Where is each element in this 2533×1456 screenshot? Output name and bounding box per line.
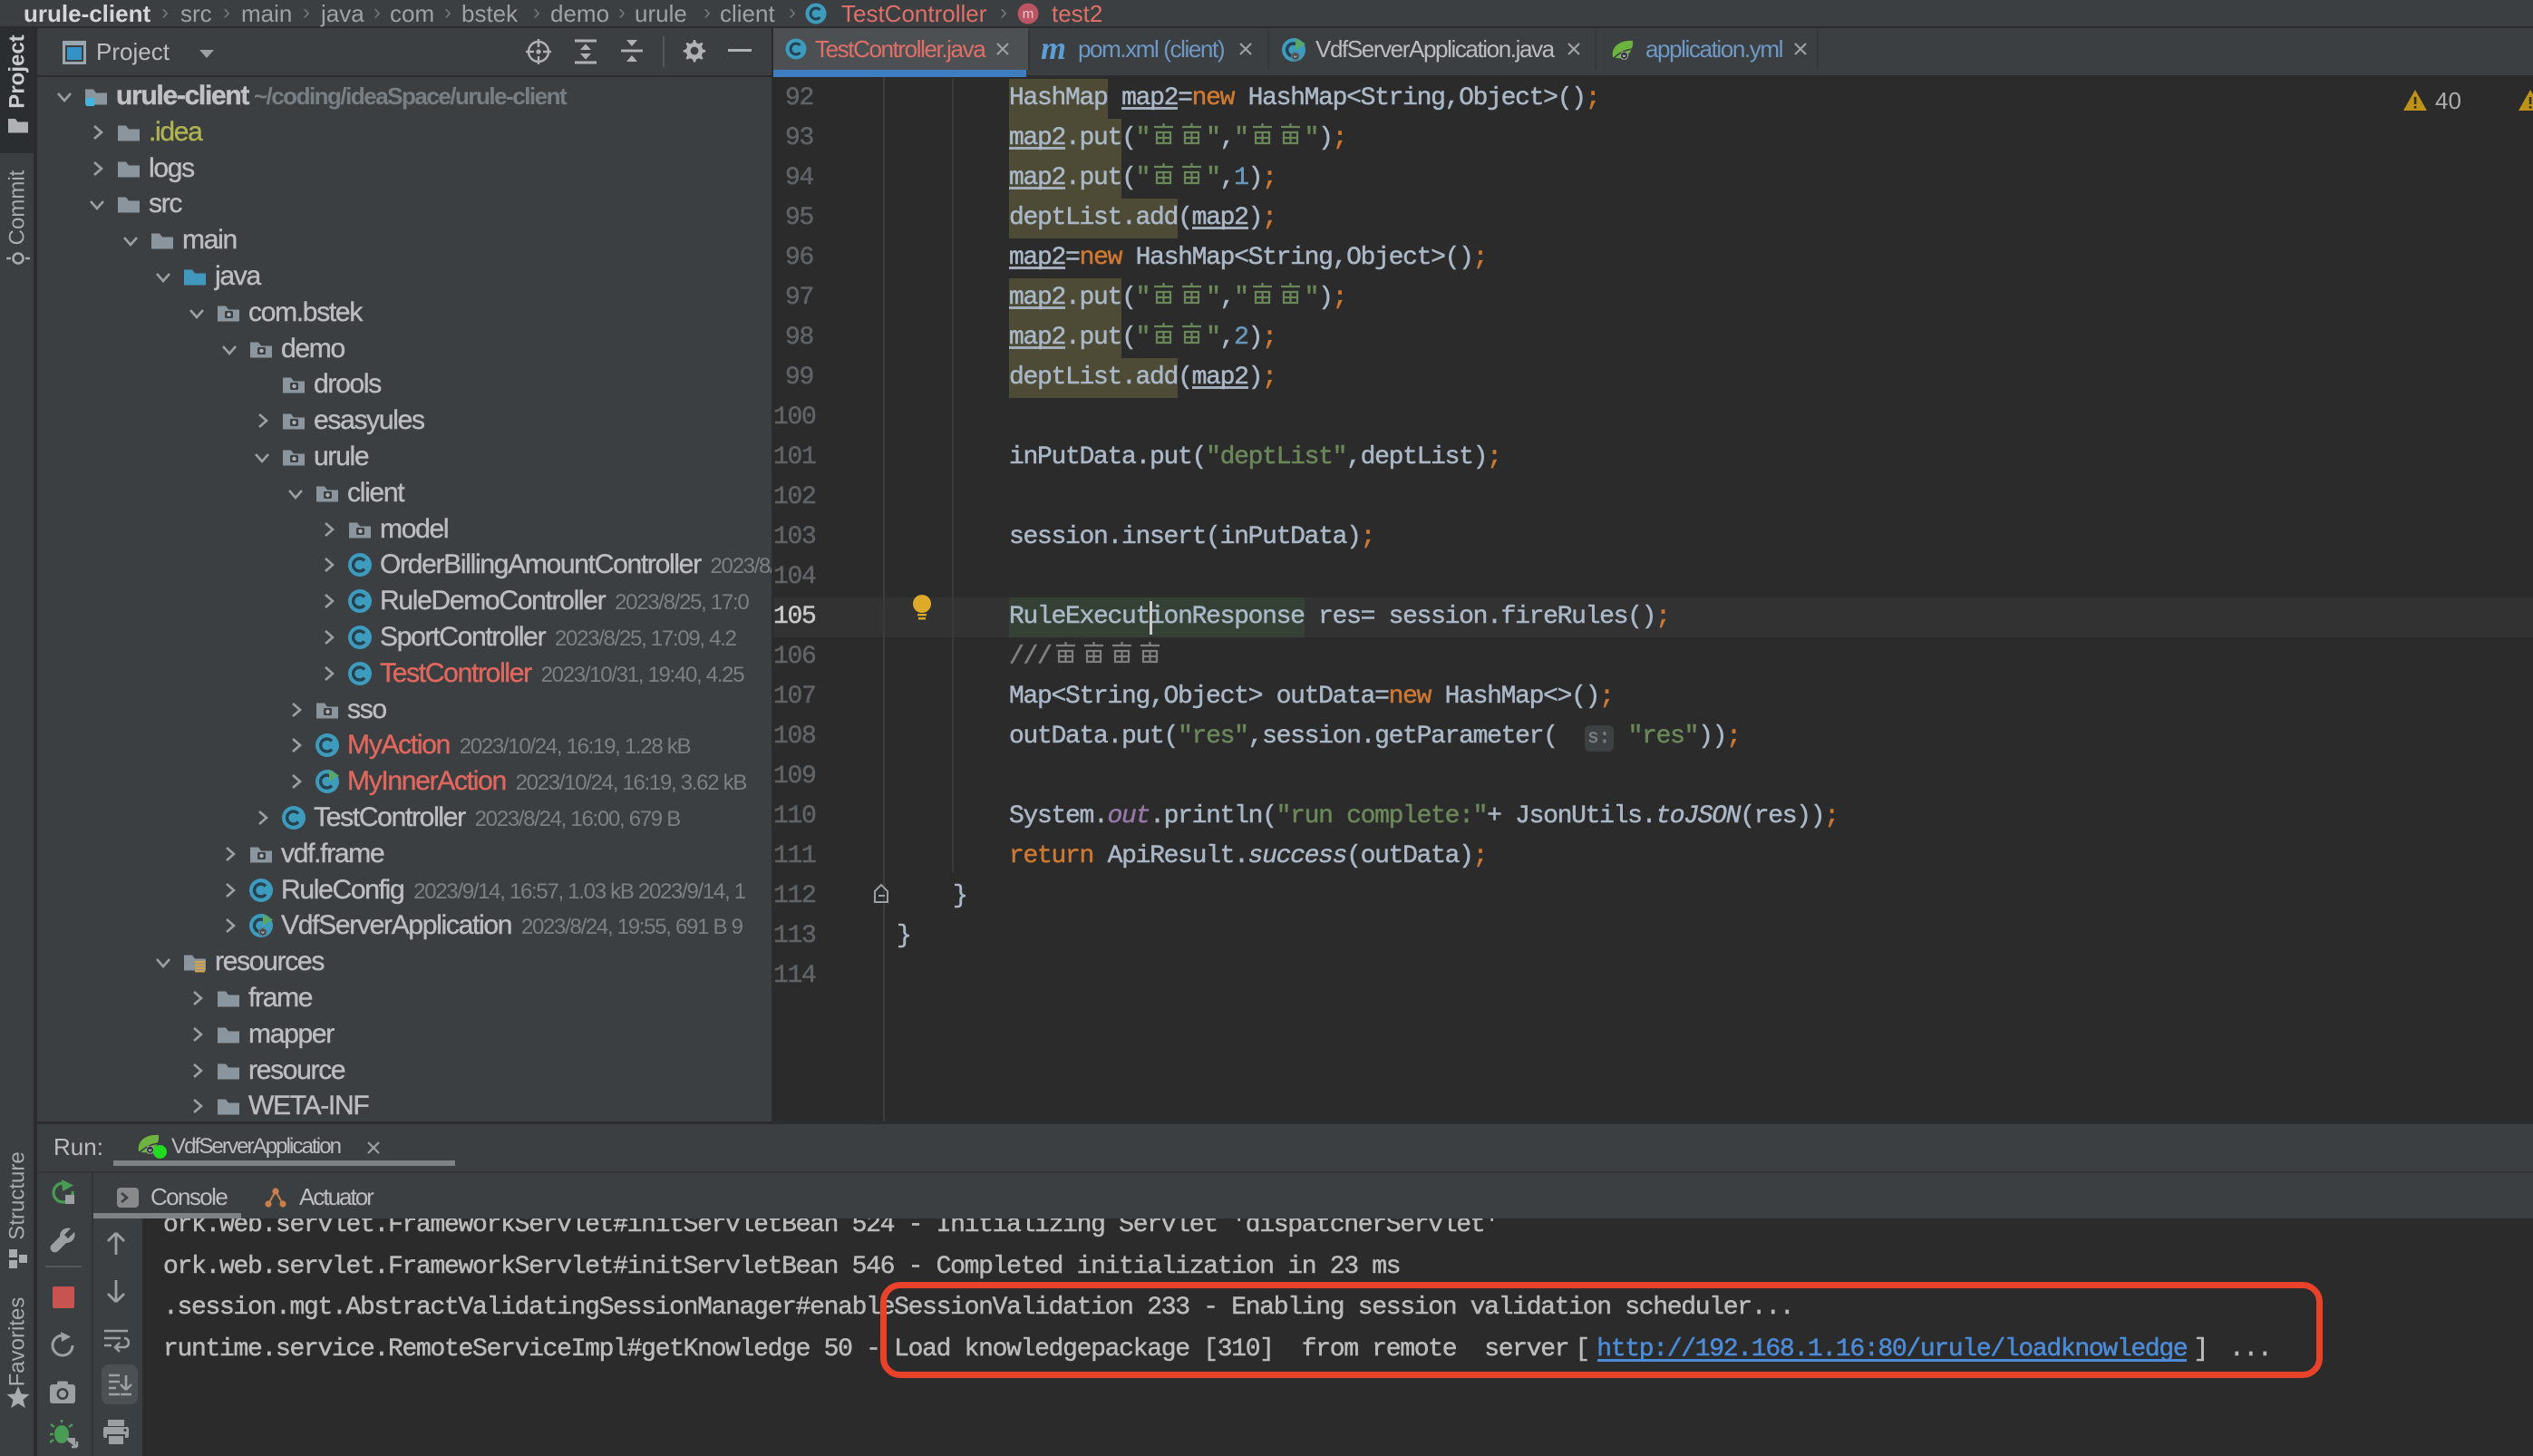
svg-text:m: m bbox=[1023, 6, 1034, 22]
